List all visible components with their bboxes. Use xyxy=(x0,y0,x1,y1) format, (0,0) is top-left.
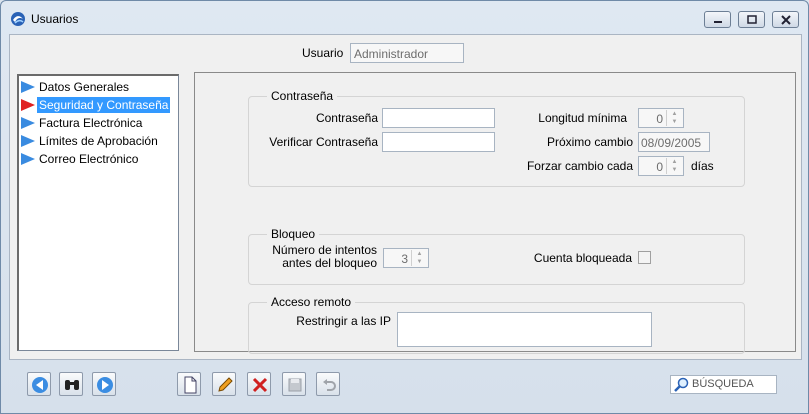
sidebar-item-label: Factura Electrónica xyxy=(39,116,143,130)
undo-icon xyxy=(323,379,336,391)
section-list[interactable]: Datos Generales Seguridad y Contraseña F… xyxy=(17,74,179,351)
user-field[interactable]: Administrador xyxy=(350,43,464,63)
sidebar-item-seguridad[interactable]: Seguridad y Contraseña xyxy=(19,96,177,114)
restrict-ip-label: Restringir a las IP xyxy=(296,314,391,328)
stepper-up-icon[interactable]: ▲ xyxy=(667,110,682,118)
force-change-value: 0 xyxy=(656,160,663,174)
close-icon xyxy=(781,15,791,25)
new-record-button[interactable] xyxy=(177,372,201,396)
min-length-value: 0 xyxy=(656,112,663,126)
arrow-right-icon xyxy=(97,377,113,393)
sidebar-item-datos-generales[interactable]: Datos Generales xyxy=(19,78,177,96)
binoculars-icon xyxy=(65,380,79,390)
force-change-label: Forzar cambio cada xyxy=(526,159,633,173)
sidebar-item-limites[interactable]: Límites de Aprobación xyxy=(19,132,177,150)
next-change-label: Próximo cambio xyxy=(546,135,633,149)
minimize-icon xyxy=(714,21,722,23)
arrow-right-icon xyxy=(21,81,35,93)
client-area: Usuario Administrador Datos Generales Se… xyxy=(9,34,802,360)
close-button[interactable] xyxy=(772,11,799,28)
stepper-buttons[interactable]: ▲ ▼ xyxy=(666,158,682,174)
maximize-icon xyxy=(747,15,757,24)
attempts-stepper[interactable]: 3 ▲ ▼ xyxy=(383,248,429,268)
sidebar-item-label: Correo Electrónico xyxy=(39,152,139,166)
stepper-down-icon[interactable]: ▼ xyxy=(412,258,427,266)
force-change-stepper[interactable]: 0 ▲ ▼ xyxy=(638,156,684,176)
locked-account-label: Cuenta bloqueada xyxy=(533,251,632,265)
arrow-right-icon xyxy=(21,99,35,111)
user-label: Usuario xyxy=(302,46,344,60)
sidebar-item-label: Seguridad y Contraseña xyxy=(37,97,171,113)
lock-group: Bloqueo Número de intentos antes del blo… xyxy=(248,227,745,285)
usuarios-window: Usuarios Usuario Administrador Datos Gen… xyxy=(0,0,809,414)
bottom-toolbar: BÚSQUEDA xyxy=(9,364,802,406)
stepper-up-icon[interactable]: ▲ xyxy=(667,158,682,166)
save-disk-icon xyxy=(288,378,302,392)
window-title: Usuarios xyxy=(31,12,79,26)
remote-access-group: Acceso remoto Restringir a las IP xyxy=(248,295,745,354)
title-bar[interactable]: Usuarios xyxy=(1,1,808,33)
search-box[interactable]: BÚSQUEDA xyxy=(670,375,777,394)
arrow-right-icon xyxy=(21,117,35,129)
app-logo-icon xyxy=(11,12,25,26)
pencil-icon xyxy=(218,377,233,392)
find-button[interactable] xyxy=(59,372,83,396)
save-record-button[interactable] xyxy=(282,372,306,396)
remote-access-group-title: Acceso remoto xyxy=(267,295,356,309)
previous-record-button[interactable] xyxy=(27,372,51,396)
undo-button[interactable] xyxy=(316,372,340,396)
sidebar-item-label: Datos Generales xyxy=(39,80,130,94)
attempts-label-line2: antes del bloqueo xyxy=(282,256,377,270)
password-group-title: Contraseña xyxy=(267,89,338,103)
next-record-button[interactable] xyxy=(92,372,116,396)
next-change-field[interactable]: 08/09/2005 xyxy=(638,132,710,152)
stepper-buttons[interactable]: ▲ ▼ xyxy=(666,110,682,126)
days-label: días xyxy=(691,159,714,173)
sidebar-item-factura[interactable]: Factura Electrónica xyxy=(19,114,177,132)
search-label: BÚSQUEDA xyxy=(692,378,754,390)
locked-account-checkbox[interactable] xyxy=(638,251,651,264)
arrow-left-icon xyxy=(32,377,48,393)
maximize-button[interactable] xyxy=(738,11,765,28)
sidebar-item-label: Límites de Aprobación xyxy=(39,134,158,148)
min-length-label: Longitud mínima xyxy=(538,111,627,125)
attempts-label-line1: Número de intentos xyxy=(272,243,377,257)
verify-password-input[interactable] xyxy=(382,132,495,152)
arrow-right-icon xyxy=(21,135,35,147)
password-input[interactable] xyxy=(382,108,495,128)
stepper-down-icon[interactable]: ▼ xyxy=(667,118,682,126)
verify-password-label: Verificar Contraseña xyxy=(269,135,378,149)
restrict-ip-input[interactable] xyxy=(397,312,652,347)
stepper-buttons[interactable]: ▲ ▼ xyxy=(411,250,427,266)
security-panel: Contraseña Contraseña Verificar Contrase… xyxy=(194,72,796,354)
delete-record-button[interactable] xyxy=(247,372,271,396)
password-label: Contraseña xyxy=(315,111,378,125)
min-length-stepper[interactable]: 0 ▲ ▼ xyxy=(638,108,684,128)
attempts-value: 3 xyxy=(401,252,408,266)
sidebar-item-correo[interactable]: Correo Electrónico xyxy=(19,150,177,168)
minimize-button[interactable] xyxy=(704,11,731,28)
search-icon xyxy=(674,377,689,392)
password-group: Contraseña Contraseña Verificar Contrase… xyxy=(248,89,745,187)
new-document-icon xyxy=(184,376,197,394)
edit-record-button[interactable] xyxy=(212,372,236,396)
stepper-up-icon[interactable]: ▲ xyxy=(412,250,427,258)
lock-group-title: Bloqueo xyxy=(267,227,320,241)
stepper-down-icon[interactable]: ▼ xyxy=(667,166,682,174)
delete-x-icon xyxy=(252,377,268,393)
arrow-right-icon xyxy=(21,153,35,165)
